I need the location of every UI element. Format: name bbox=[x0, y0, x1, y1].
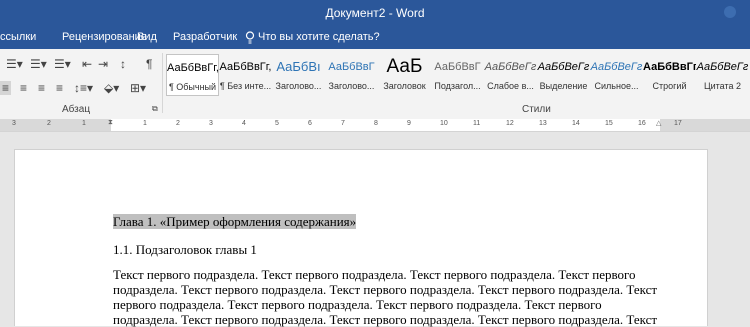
paragraph-line[interactable]: Текст первого подраздела. Текст первого … bbox=[113, 267, 636, 282]
tab-developer[interactable]: Разработчик bbox=[173, 31, 237, 43]
selected-heading-text[interactable]: Глава 1. «Пример оформления содержания» bbox=[113, 214, 357, 229]
window-title: Документ2 - Word bbox=[325, 6, 425, 20]
style-preview: АаБ bbox=[386, 58, 423, 76]
ruler-tick-label: 7 bbox=[341, 120, 345, 127]
ruler-tick-label: 5 bbox=[275, 120, 279, 127]
style-emphasis[interactable]: АаБбВеГг Выделение bbox=[537, 54, 590, 96]
ruler-tick-label: 8 bbox=[374, 120, 378, 127]
style-label: Заголово... bbox=[328, 81, 375, 91]
borders-icon[interactable]: ⊞▾ bbox=[130, 81, 146, 95]
document-page[interactable]: Глава 1. «Пример оформления содержания» … bbox=[14, 149, 708, 327]
tell-me-search[interactable]: Что вы хотите сделать? bbox=[258, 31, 380, 43]
style-label: ¶ Обычный bbox=[168, 82, 217, 92]
pilcrow-icon[interactable]: ¶ bbox=[146, 57, 152, 71]
shading-icon[interactable]: ⬙▾ bbox=[104, 81, 119, 95]
style-heading-1[interactable]: АаБбВı Заголово... bbox=[272, 54, 325, 96]
increase-indent-icon[interactable]: ⇥ bbox=[98, 57, 108, 71]
group-divider bbox=[162, 53, 163, 113]
sort-icon[interactable]: ↕ bbox=[120, 57, 126, 71]
ruler-tick-label: 12 bbox=[506, 120, 514, 127]
align-center-icon[interactable]: ≡ bbox=[20, 81, 27, 95]
style-quote-2[interactable]: АаБбВеГг Цитата 2 bbox=[696, 54, 749, 96]
tab-review[interactable]: Рецензирование bbox=[62, 31, 147, 43]
first-line-indent-marker-icon[interactable]: ⧗ bbox=[108, 119, 113, 127]
style-label: Подзагол... bbox=[434, 81, 481, 91]
paragraph-line[interactable]: первого подраздела. Текст первого подраз… bbox=[113, 297, 602, 312]
paragraph-line[interactable]: подраздела. Текст первого подраздела. Те… bbox=[113, 282, 657, 297]
paragraph-dialog-launcher-icon[interactable]: ⧉ bbox=[152, 102, 158, 116]
tell-me-lightbulb-icon[interactable] bbox=[245, 31, 255, 47]
numbering-icon[interactable]: ☰▾ bbox=[30, 57, 47, 71]
line-spacing-icon[interactable]: ↕≡▾ bbox=[74, 81, 93, 95]
style-label: Слабое в... bbox=[487, 81, 534, 91]
paragraph-group-label: Абзац bbox=[62, 104, 91, 115]
tab-references[interactable]: ссылки bbox=[0, 31, 36, 43]
style-label: Цитата 2 bbox=[703, 81, 742, 91]
style-label: Заголово... bbox=[275, 81, 322, 91]
justify-icon[interactable]: ≡ bbox=[56, 81, 63, 95]
document-subheading[interactable]: 1.1. Подзаголовок главы 1 bbox=[113, 242, 257, 257]
styles-group-label: Стили bbox=[522, 104, 551, 115]
style-preview: АаБбВвГ bbox=[434, 61, 481, 73]
ruler-tick-label: 3 bbox=[209, 120, 213, 127]
ruler-tick-label: 9 bbox=[407, 120, 411, 127]
styles-gallery: АаБбВвГг, ¶ Обычный АаБбВвГг, ¶ Без инте… bbox=[166, 54, 750, 96]
style-preview: АаБбВвГг, bbox=[219, 61, 272, 73]
style-heading-2[interactable]: АаБбВвГ Заголово... bbox=[325, 54, 378, 96]
ruler-tick-label: 15 bbox=[605, 120, 613, 127]
style-label: Сильное... bbox=[594, 81, 639, 91]
ruler-tick-label: 14 bbox=[572, 120, 580, 127]
style-preview: АаБбВеГг bbox=[537, 61, 590, 73]
ribbon: ☰▾ ☰▾ ☰▾ ⇤ ⇥ ↕ ¶ ≡ ≡ ≡ ≡ ↕≡▾ ⬙▾ ⊞▾ Абзац… bbox=[0, 49, 750, 120]
align-right-icon[interactable]: ≡ bbox=[38, 81, 45, 95]
paragraph-line[interactable]: подраздела. Текст первого подраздела. Те… bbox=[113, 312, 657, 327]
style-preview: АаБбВвГг, bbox=[643, 61, 696, 73]
style-label: Заголовок bbox=[383, 81, 426, 91]
ribbon-tabs: ссылки Рецензирование Вид Разработчик Чт… bbox=[0, 25, 750, 49]
style-preview: АаБбВвГг, bbox=[167, 62, 218, 74]
ruler-tick-label: 10 bbox=[440, 120, 448, 127]
right-indent-marker-icon[interactable]: △ bbox=[656, 119, 661, 127]
style-strong[interactable]: АаБбВвГг, Строгий bbox=[643, 54, 696, 96]
ruler-tick-label: 11 bbox=[473, 120, 481, 127]
ruler-tick-label: 17 bbox=[674, 120, 682, 127]
style-preview: АаБбВı bbox=[276, 59, 321, 74]
ruler-tick-label: 2 bbox=[47, 120, 51, 127]
ruler-tick-label: 13 bbox=[539, 120, 547, 127]
style-preview: АаБбВеГг bbox=[484, 61, 537, 73]
ruler-tick-label: 6 bbox=[308, 120, 312, 127]
ruler-tick-label: 1 bbox=[143, 120, 147, 127]
style-preview: АаБбВеГг bbox=[696, 61, 749, 73]
ruler-tick-label: 16 bbox=[638, 120, 646, 127]
ruler-tick-label: 1 bbox=[82, 120, 86, 127]
style-preview: АаБбВеГг bbox=[590, 61, 643, 73]
style-label: Строгий bbox=[652, 81, 687, 91]
ruler-tick-label: 4 bbox=[242, 120, 246, 127]
ruler-tick-label: 2 bbox=[176, 120, 180, 127]
style-preview: АаБбВвГ bbox=[328, 61, 375, 73]
horizontal-ruler[interactable]: 3 2 1 ⧗ 1 2 3 4 5 6 7 8 9 10 11 12 13 14… bbox=[0, 119, 750, 132]
style-subtle-emphasis[interactable]: АаБбВеГг Слабое в... bbox=[484, 54, 537, 96]
ruler-tick-label: 3 bbox=[12, 120, 16, 127]
style-no-spacing[interactable]: АаБбВвГг, ¶ Без инте... bbox=[219, 54, 272, 96]
style-intense-emphasis[interactable]: АаБбВеГг Сильное... bbox=[590, 54, 643, 96]
account-avatar[interactable] bbox=[724, 6, 736, 18]
decrease-indent-icon[interactable]: ⇤ bbox=[82, 57, 92, 71]
style-label: Выделение bbox=[539, 81, 588, 91]
style-title[interactable]: АаБ Заголовок bbox=[378, 54, 431, 96]
tab-view[interactable]: Вид bbox=[137, 31, 157, 43]
title-bar: Документ2 - Word bbox=[0, 0, 750, 25]
document-heading[interactable]: Глава 1. «Пример оформления содержания» bbox=[113, 214, 357, 229]
style-label: ¶ Без инте... bbox=[219, 81, 272, 91]
style-subtitle[interactable]: АаБбВвГ Подзагол... bbox=[431, 54, 484, 96]
bullets-icon[interactable]: ☰▾ bbox=[6, 57, 23, 71]
align-left-icon[interactable]: ≡ bbox=[0, 81, 12, 95]
ruler-left-margin bbox=[0, 119, 111, 131]
style-normal[interactable]: АаБбВвГг, ¶ Обычный bbox=[166, 54, 219, 96]
multilevel-list-icon[interactable]: ☰▾ bbox=[54, 57, 71, 71]
